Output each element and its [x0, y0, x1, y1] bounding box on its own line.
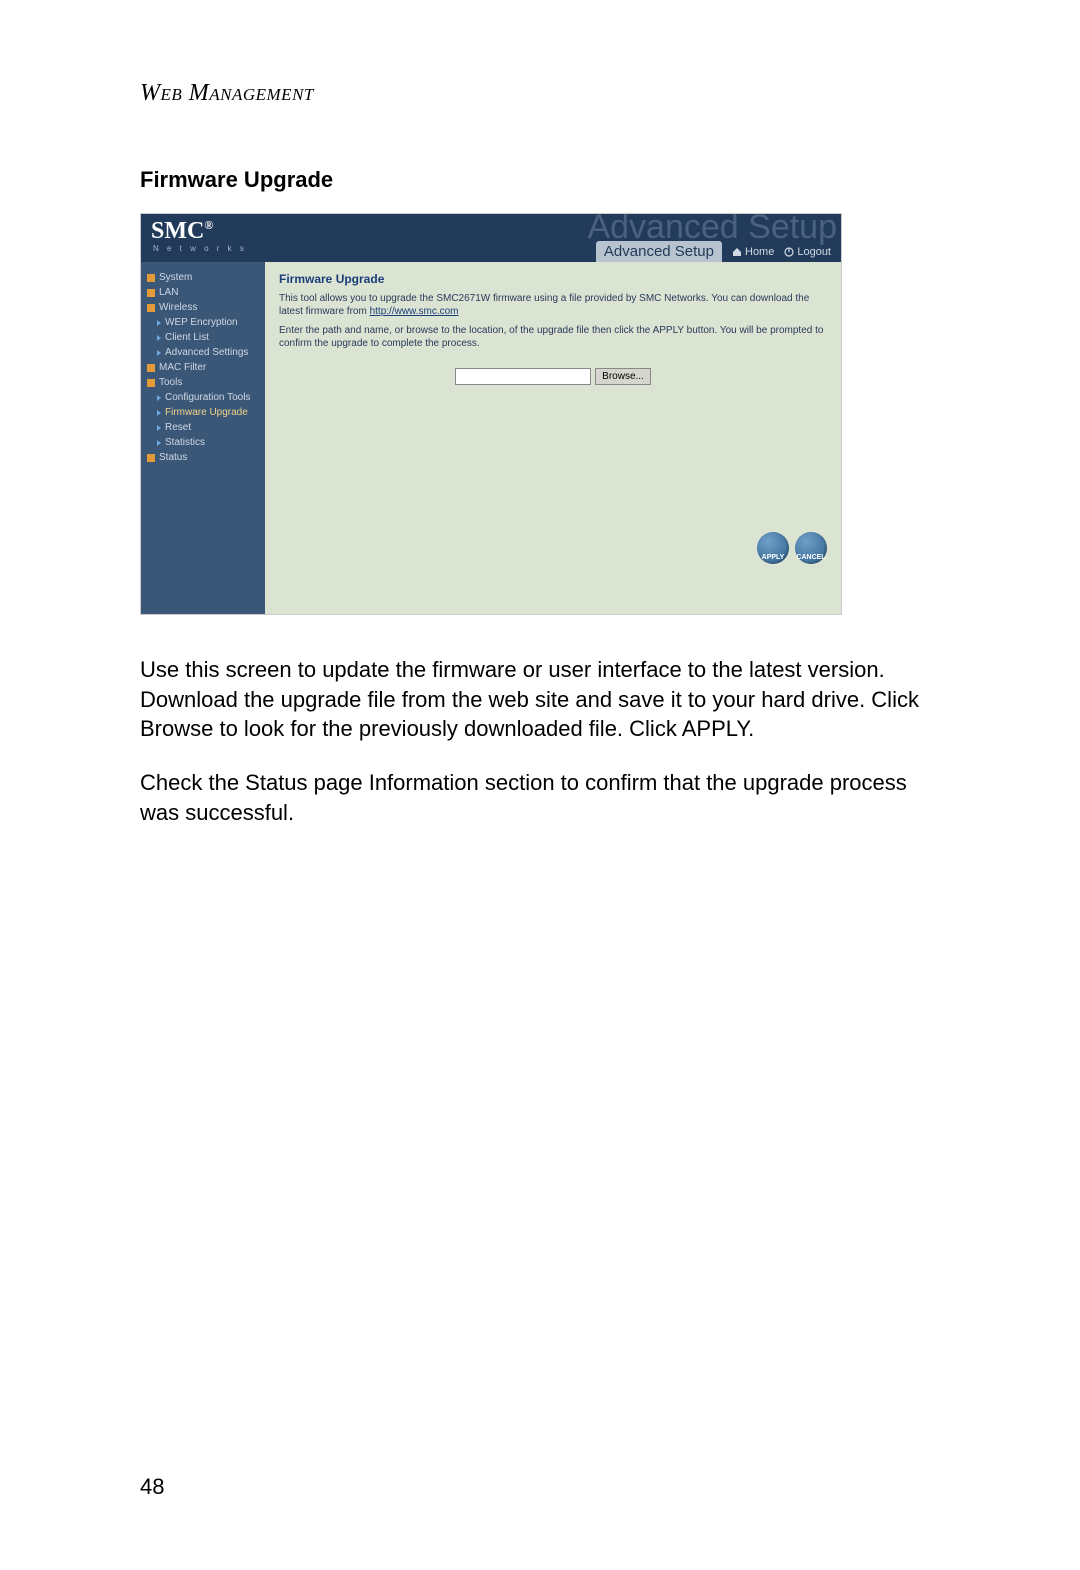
paragraph-text: This tool allows you to upgrade the SMC2… [279, 293, 809, 317]
sidebar-label: WEP Encryption [165, 315, 238, 330]
panel-paragraph-1: This tool allows you to upgrade the SMC2… [279, 292, 827, 318]
sidebar-label: System [159, 270, 192, 285]
sidebar: System LAN Wireless WEP Encryption Clien… [141, 262, 265, 614]
sidebar-item-tools[interactable]: Tools [145, 375, 261, 390]
folder-icon [147, 454, 155, 462]
logout-link[interactable]: Logout [780, 246, 837, 262]
sidebar-item-wireless[interactable]: Wireless [145, 300, 261, 315]
brand-logo: SMC® [151, 218, 213, 245]
arrow-icon [157, 440, 161, 446]
sidebar-label: Client List [165, 330, 209, 345]
panel-paragraph-2: Enter the path and name, or browse to th… [279, 324, 827, 350]
file-upload-row: Browse... [279, 368, 827, 385]
logout-label: Logout [797, 246, 831, 258]
home-label: Home [745, 246, 774, 258]
registered-icon: ® [204, 218, 213, 232]
cancel-button[interactable]: CANCEL [795, 532, 827, 564]
action-buttons: APPLY CANCEL [757, 532, 827, 564]
firmware-source-link[interactable]: http://www.smc.com [370, 306, 459, 317]
firmware-file-input[interactable] [455, 368, 591, 385]
router-screenshot: SMC® N e t w o r k s Advanced Setup Adva… [140, 213, 842, 615]
main-panel: Firmware Upgrade This tool allows you to… [265, 262, 841, 614]
sidebar-label: Tools [159, 375, 182, 390]
body-paragraph-1: Use this screen to update the firmware o… [140, 655, 940, 744]
folder-icon [147, 274, 155, 282]
body-paragraph-2: Check the Status page Information sectio… [140, 768, 940, 827]
arrow-icon [157, 395, 161, 401]
chapter-title: Web Management [140, 80, 940, 107]
logo-text: SMC [151, 218, 204, 244]
sidebar-label: Status [159, 450, 187, 465]
arrow-icon [157, 350, 161, 356]
sidebar-item-config-tools[interactable]: Configuration Tools [145, 390, 261, 405]
header-ghost-title: Advanced Setup [587, 213, 837, 247]
logout-icon [784, 247, 794, 257]
sidebar-label: Statistics [165, 435, 205, 450]
folder-icon [147, 364, 155, 372]
sidebar-item-status[interactable]: Status [145, 450, 261, 465]
sidebar-label: Reset [165, 420, 191, 435]
home-icon [732, 247, 742, 257]
sidebar-item-statistics[interactable]: Statistics [145, 435, 261, 450]
sidebar-item-adv-settings[interactable]: Advanced Settings [145, 345, 261, 360]
panel-title: Firmware Upgrade [279, 272, 827, 286]
brand-subtext: N e t w o r k s [153, 244, 247, 253]
sidebar-label: Wireless [159, 300, 197, 315]
arrow-icon [157, 320, 161, 326]
page-number: 48 [140, 1474, 164, 1500]
sidebar-label: Advanced Settings [165, 345, 248, 360]
arrow-icon [157, 425, 161, 431]
sidebar-item-reset[interactable]: Reset [145, 420, 261, 435]
app-header: SMC® N e t w o r k s Advanced Setup Adva… [141, 214, 841, 262]
home-link[interactable]: Home [728, 246, 780, 262]
sidebar-label: Configuration Tools [165, 390, 250, 405]
sidebar-item-firmware-upgrade[interactable]: Firmware Upgrade [145, 405, 261, 420]
section-title: Firmware Upgrade [140, 167, 940, 193]
sidebar-label: MAC Filter [159, 360, 206, 375]
sidebar-label: LAN [159, 285, 178, 300]
folder-icon [147, 289, 155, 297]
folder-icon [147, 379, 155, 387]
apply-button[interactable]: APPLY [757, 532, 789, 564]
arrow-icon [157, 335, 161, 341]
sidebar-item-lan[interactable]: LAN [145, 285, 261, 300]
sidebar-label: Firmware Upgrade [165, 405, 248, 420]
sidebar-item-mac-filter[interactable]: MAC Filter [145, 360, 261, 375]
sidebar-item-client-list[interactable]: Client List [145, 330, 261, 345]
folder-icon [147, 304, 155, 312]
sidebar-item-system[interactable]: System [145, 270, 261, 285]
arrow-icon [157, 410, 161, 416]
sidebar-item-wep[interactable]: WEP Encryption [145, 315, 261, 330]
browse-button[interactable]: Browse... [595, 368, 651, 385]
